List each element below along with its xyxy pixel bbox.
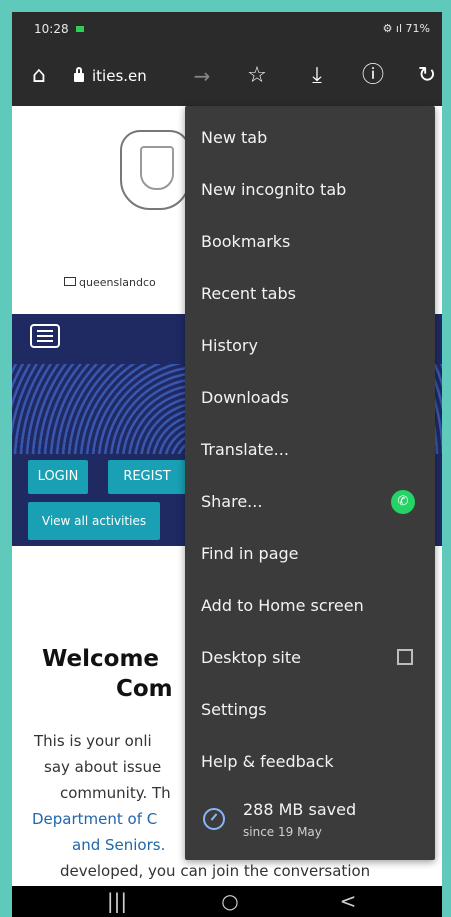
menu-item-label: Help & feedback	[201, 752, 334, 771]
menu-item-label: Share...	[201, 492, 263, 511]
recent-apps-icon[interactable]: |||	[97, 886, 137, 917]
register-button[interactable]: REGIST	[108, 460, 186, 494]
intro-text-line: say about issue	[44, 758, 162, 776]
data-saver-icon	[203, 808, 225, 830]
menu-item-new-incognito-tab[interactable]: New incognito tab	[185, 164, 435, 216]
bookmark-star-icon[interactable]: ☆	[237, 46, 277, 106]
menu-item-settings[interactable]: Settings	[185, 684, 435, 736]
data-saved-amount: 288 MB saved	[243, 800, 357, 819]
intro-text-line: developed, you can join the conversation	[60, 862, 371, 880]
menu-item-label: New tab	[201, 128, 268, 147]
android-nav-bar: ||| ○ <	[12, 886, 442, 917]
home-icon[interactable]: ⌂	[24, 46, 54, 106]
url-bar[interactable]: ities.en	[74, 64, 147, 88]
status-time: 10:28	[34, 22, 69, 36]
info-icon[interactable]: ⓘ	[353, 46, 393, 106]
desktop-site-checkbox[interactable]	[397, 649, 413, 665]
lock-icon	[74, 67, 84, 82]
envelope-icon	[64, 277, 76, 286]
refresh-icon[interactable]: ↻	[407, 46, 442, 106]
menu-item-label: Find in page	[201, 544, 299, 563]
menu-item-new-tab[interactable]: New tab	[185, 112, 435, 164]
email-link[interactable]: queenslandco	[64, 276, 156, 289]
notification-icon	[76, 26, 84, 32]
menu-item-label: Bookmarks	[201, 232, 291, 251]
department-link-line2[interactable]: and Seniors.	[72, 836, 165, 854]
menu-item-label: History	[201, 336, 258, 355]
menu-item-label: Recent tabs	[201, 284, 296, 303]
menu-item-data-saved[interactable]: 288 MB saved since 19 May	[185, 790, 435, 850]
url-text: ities.en	[92, 67, 147, 85]
menu-item-label: New incognito tab	[201, 180, 347, 199]
menu-item-desktop-site[interactable]: Desktop site	[185, 632, 435, 684]
phone-screen: 10:28 ⚙ ıl 71% ⌂ ities.en → queenslandco…	[12, 12, 442, 917]
view-all-activities-button[interactable]: View all activities	[28, 502, 160, 540]
home-button-icon[interactable]: ○	[210, 886, 250, 917]
menu-item-label: Translate...	[201, 440, 289, 459]
menu-item-share[interactable]: Share... ✆	[185, 476, 435, 528]
menu-item-label: Downloads	[201, 388, 289, 407]
menu-item-downloads[interactable]: Downloads	[185, 372, 435, 424]
whatsapp-icon[interactable]: ✆	[391, 490, 415, 514]
menu-item-add-to-home-screen[interactable]: Add to Home screen	[185, 580, 435, 632]
intro-text-line: community. Th	[60, 784, 171, 802]
data-saved-since: since 19 May	[243, 825, 322, 839]
welcome-heading: Welcome	[42, 646, 160, 672]
back-button-icon[interactable]: <	[328, 886, 368, 917]
menu-item-translate[interactable]: Translate...	[185, 424, 435, 476]
email-text: queenslandco	[79, 276, 156, 289]
forward-icon[interactable]: →	[188, 46, 216, 106]
coat-of-arms-logo	[120, 130, 190, 210]
download-icon[interactable]: ⤓	[297, 46, 337, 106]
menu-item-label: Desktop site	[201, 648, 301, 667]
browser-overflow-menu: ☆ ⤓ ⓘ ↻ New tab New incognito tab Bookma…	[185, 63, 436, 860]
menu-item-bookmarks[interactable]: Bookmarks	[185, 216, 435, 268]
menu-item-label: Settings	[201, 700, 267, 719]
menu-item-label: Add to Home screen	[201, 596, 364, 615]
intro-text-line: This is your onli	[34, 732, 152, 750]
hamburger-menu-icon[interactable]	[30, 324, 60, 348]
menu-item-help-feedback[interactable]: Help & feedback	[185, 736, 435, 788]
login-button[interactable]: LOGIN	[28, 460, 88, 494]
status-bar: 10:28 ⚙ ıl 71%	[12, 12, 442, 46]
department-link[interactable]: Department of C	[32, 810, 157, 828]
status-indicators: ⚙ ıl 71%	[382, 22, 430, 35]
menu-item-recent-tabs[interactable]: Recent tabs	[185, 268, 435, 320]
menu-item-history[interactable]: History	[185, 320, 435, 372]
menu-item-find-in-page[interactable]: Find in page	[185, 528, 435, 580]
welcome-heading-line2: Com	[116, 676, 173, 702]
